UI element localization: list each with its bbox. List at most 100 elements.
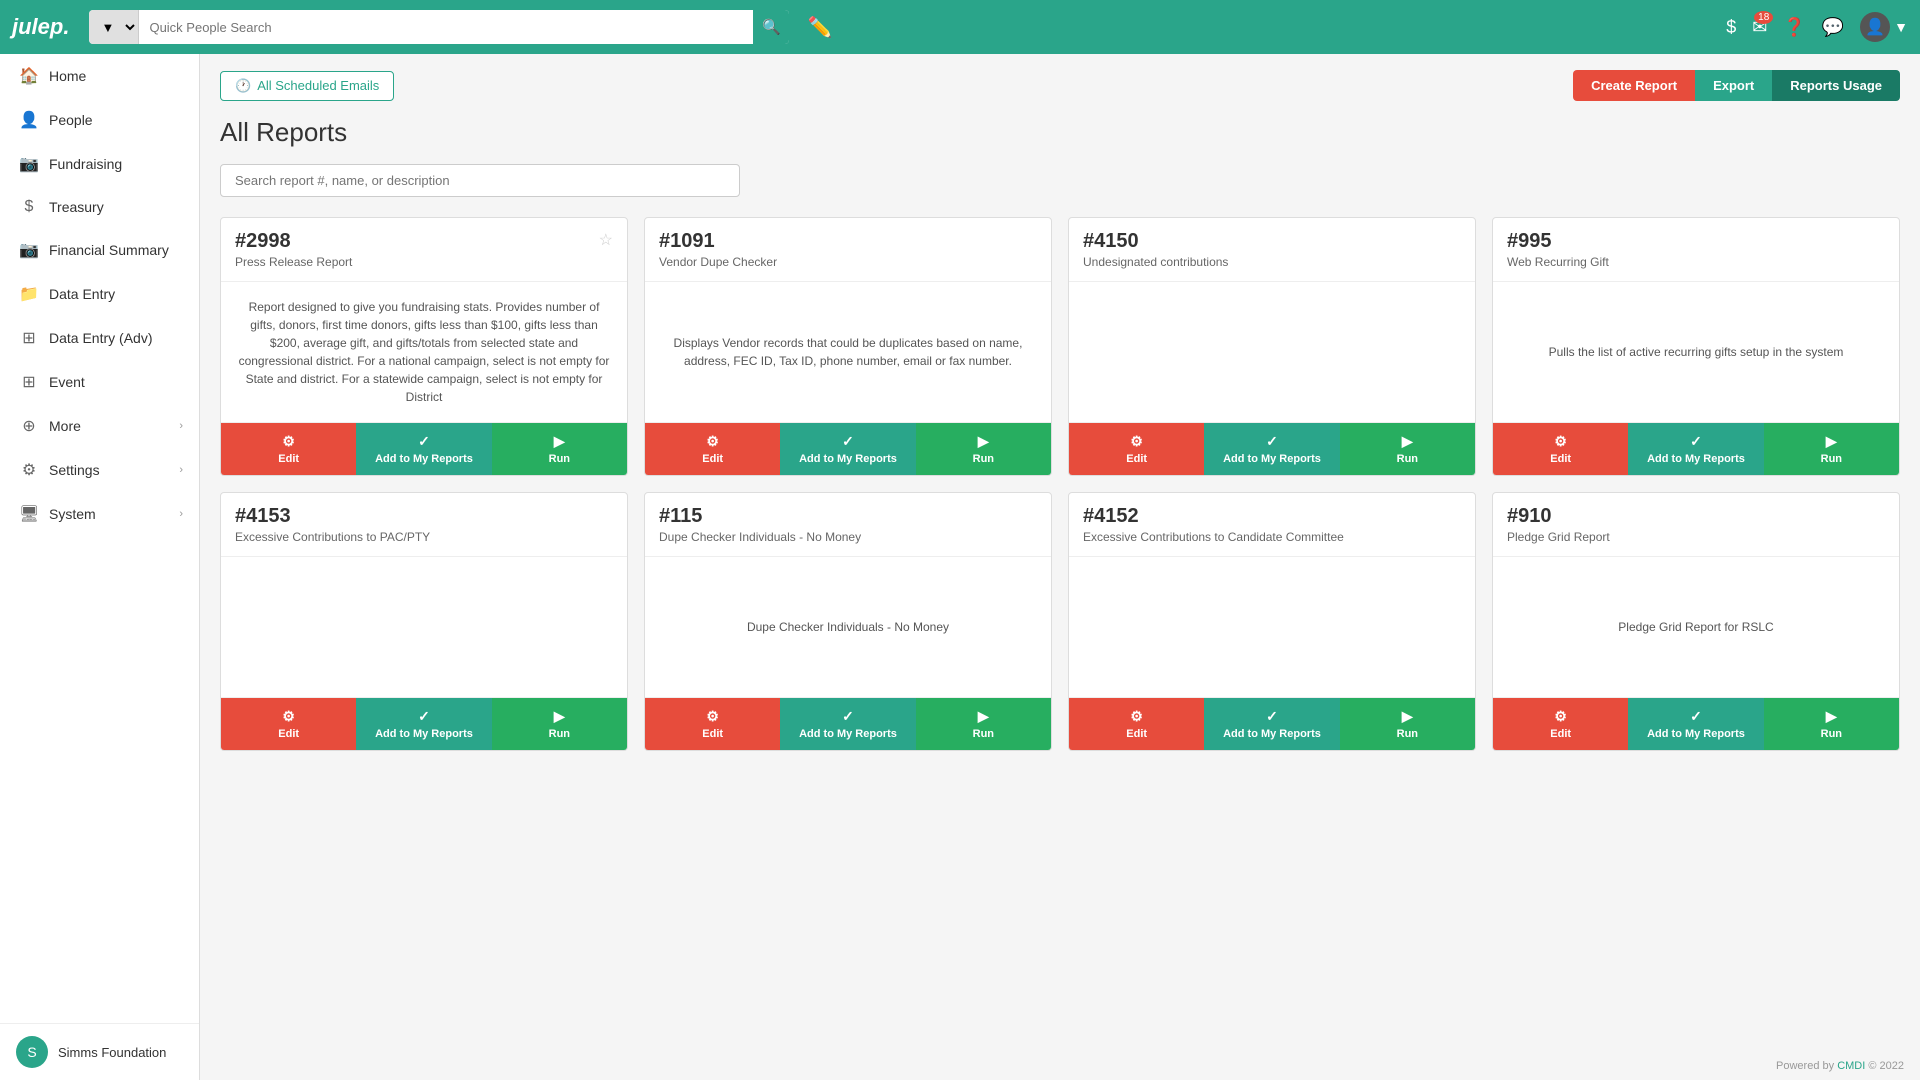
edit-label: Edit	[1126, 728, 1147, 740]
card-footer: ⚙ Edit ✓ Add to My Reports ▶ Run	[645, 697, 1051, 750]
cmdi-link[interactable]: CMDI	[1837, 1060, 1865, 1072]
star-icon[interactable]: ☆	[599, 230, 613, 250]
run-button[interactable]: ▶ Run	[1340, 423, 1475, 475]
card-body: Pledge Grid Report for RSLC	[1493, 557, 1899, 697]
search-report-input[interactable]	[220, 164, 740, 197]
card-footer: ⚙ Edit ✓ Add to My Reports ▶ Run	[1493, 697, 1899, 750]
edit-button[interactable]: ⚙ Edit	[221, 698, 356, 750]
card-footer: ⚙ Edit ✓ Add to My Reports ▶ Run	[645, 422, 1051, 475]
sidebar-item-fundraising[interactable]: 📷 Fundraising	[0, 142, 199, 186]
sidebar-item-data-entry-adv[interactable]: ⊞ Data Entry (Adv)	[0, 316, 199, 360]
logo: julep.	[12, 14, 69, 40]
sidebar-item-settings[interactable]: ⚙ Settings ›	[0, 448, 199, 492]
scheduled-emails-label: All Scheduled Emails	[257, 78, 379, 93]
sidebar-item-treasury[interactable]: $ Treasury	[0, 186, 199, 228]
run-button[interactable]: ▶ Run	[492, 423, 627, 475]
run-button[interactable]: ▶ Run	[1764, 423, 1899, 475]
sidebar-label-system: System	[49, 506, 96, 522]
sidebar-item-more[interactable]: ⊕ More ›	[0, 404, 199, 448]
add-to-my-reports-button[interactable]: ✓ Add to My Reports	[1204, 698, 1339, 750]
report-card: #4153 Excessive Contributions to PAC/PTY…	[220, 492, 628, 751]
run-button[interactable]: ▶ Run	[916, 698, 1051, 750]
report-card: #910 Pledge Grid Report Pledge Grid Repo…	[1492, 492, 1900, 751]
sidebar-item-event[interactable]: ⊞ Event	[0, 360, 199, 404]
run-button[interactable]: ▶ Run	[1764, 698, 1899, 750]
chat-icon[interactable]: 💬	[1822, 17, 1844, 38]
add-to-my-reports-button[interactable]: ✓ Add to My Reports	[1628, 698, 1763, 750]
edit-button[interactable]: ⚙ Edit	[1069, 698, 1204, 750]
edit-button[interactable]: ⚙ Edit	[1493, 698, 1628, 750]
treasury-icon: $	[19, 198, 39, 216]
add-label: Add to My Reports	[1223, 453, 1321, 465]
quick-people-search-input[interactable]	[139, 10, 753, 44]
event-icon: ⊞	[19, 372, 39, 392]
gear-icon: ⚙	[1130, 708, 1143, 725]
card-header: #4152 Excessive Contributions to Candida…	[1069, 493, 1475, 557]
search-type-dropdown[interactable]: ▼	[89, 10, 139, 44]
edit-button[interactable]: ⚙ Edit	[1069, 423, 1204, 475]
card-info: #1091 Vendor Dupe Checker	[659, 230, 777, 269]
edit-button[interactable]: ⚙ Edit	[1493, 423, 1628, 475]
play-icon: ▶	[978, 433, 989, 450]
edit-label: Edit	[1550, 728, 1571, 740]
play-icon: ▶	[1826, 433, 1837, 450]
card-number: #910	[1507, 505, 1610, 528]
fundraising-icon: 📷	[19, 154, 39, 174]
export-button[interactable]: Export	[1695, 70, 1772, 101]
user-avatar-button[interactable]: 👤 ▼	[1860, 12, 1908, 42]
search-button[interactable]: 🔍	[753, 10, 789, 44]
add-to-my-reports-button[interactable]: ✓ Add to My Reports	[1204, 423, 1339, 475]
mail-badge: 18	[1754, 11, 1773, 24]
run-button[interactable]: ▶ Run	[492, 698, 627, 750]
card-info: #4153 Excessive Contributions to PAC/PTY	[235, 505, 430, 544]
scheduled-emails-button[interactable]: 🕐 All Scheduled Emails	[220, 71, 394, 101]
run-label: Run	[1821, 453, 1842, 465]
page-title: All Reports	[220, 117, 1900, 148]
sidebar-item-financial-summary[interactable]: 📷 Financial Summary	[0, 228, 199, 272]
system-icon: 🖥	[19, 504, 39, 524]
mail-icon[interactable]: ✉ 18	[1752, 17, 1767, 38]
dollar-icon[interactable]: $	[1726, 17, 1736, 38]
report-card: #1091 Vendor Dupe Checker Displays Vendo…	[644, 217, 1052, 476]
card-number: #2998	[235, 230, 352, 253]
settings-icon: ⚙	[19, 460, 39, 480]
gear-icon: ⚙	[706, 708, 719, 725]
run-button[interactable]: ▶ Run	[1340, 698, 1475, 750]
gear-icon: ⚙	[1130, 433, 1143, 450]
main-layout: 🏠 Home 👤 People 📷 Fundraising $ Treasury…	[0, 54, 1920, 1080]
add-to-my-reports-button[interactable]: ✓ Add to My Reports	[356, 698, 491, 750]
edit-button[interactable]: ⚙ Edit	[221, 423, 356, 475]
sidebar-item-people[interactable]: 👤 People	[0, 98, 199, 142]
add-to-my-reports-button[interactable]: ✓ Add to My Reports	[1628, 423, 1763, 475]
create-report-button[interactable]: Create Report	[1573, 70, 1695, 101]
card-name: Undesignated contributions	[1083, 255, 1228, 269]
add-label: Add to My Reports	[799, 453, 897, 465]
add-to-my-reports-button[interactable]: ✓ Add to My Reports	[780, 698, 915, 750]
sidebar-item-data-entry[interactable]: 📁 Data Entry	[0, 272, 199, 316]
top-bar: 🕐 All Scheduled Emails Create Report Exp…	[220, 70, 1900, 101]
sidebar-label-settings: Settings	[49, 462, 100, 478]
sidebar-item-system[interactable]: 🖥 System ›	[0, 492, 199, 536]
sidebar-avatar: S	[16, 1036, 48, 1068]
add-to-my-reports-button[interactable]: ✓ Add to My Reports	[780, 423, 915, 475]
play-icon: ▶	[1826, 708, 1837, 725]
card-body	[221, 557, 627, 697]
add-to-my-reports-button[interactable]: ✓ Add to My Reports	[356, 423, 491, 475]
avatar-chevron: ▼	[1894, 19, 1908, 35]
card-body: Displays Vendor records that could be du…	[645, 282, 1051, 422]
card-number: #4152	[1083, 505, 1344, 528]
card-header: #910 Pledge Grid Report	[1493, 493, 1899, 557]
sidebar-label-event: Event	[49, 374, 85, 390]
sidebar-item-home[interactable]: 🏠 Home	[0, 54, 199, 98]
system-arrow: ›	[179, 508, 183, 520]
card-number: #4153	[235, 505, 430, 528]
card-name: Excessive Contributions to Candidate Com…	[1083, 530, 1344, 544]
edit-button[interactable]: ⚙ Edit	[645, 423, 780, 475]
card-name: Pledge Grid Report	[1507, 530, 1610, 544]
play-icon: ▶	[978, 708, 989, 725]
edit-label: Edit	[278, 453, 299, 465]
edit-button[interactable]: ⚙ Edit	[645, 698, 780, 750]
run-button[interactable]: ▶ Run	[916, 423, 1051, 475]
help-icon[interactable]: ❓	[1783, 17, 1805, 38]
reports-usage-button[interactable]: Reports Usage	[1772, 70, 1900, 101]
